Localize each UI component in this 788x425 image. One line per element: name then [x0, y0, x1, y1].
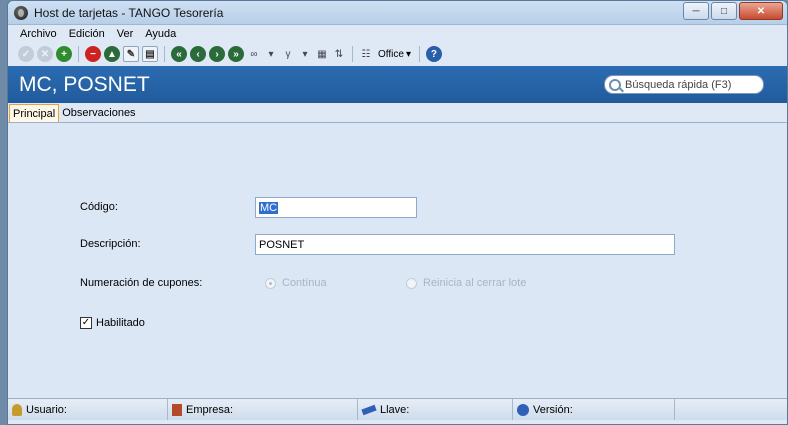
- toolbar-separator: [78, 46, 79, 62]
- status-version: Versión:: [513, 399, 675, 420]
- radio-continua-label: Contínua: [282, 277, 327, 289]
- quick-search[interactable]: [604, 75, 764, 94]
- app-window: Host de tarjetas - TANGO Tesorería ─ □ ✕…: [7, 0, 788, 425]
- descripcion-label: Descripción:: [80, 238, 141, 250]
- status-empresa-label: Empresa:: [186, 403, 234, 416]
- maximize-button[interactable]: □: [711, 2, 737, 20]
- status-llave-label: Llave:: [380, 403, 410, 416]
- print-icon[interactable]: ▤: [142, 46, 158, 62]
- title-bar[interactable]: Host de tarjetas - TANGO Tesorería ─ □ ✕: [8, 1, 787, 25]
- window-title: Host de tarjetas - TANGO Tesorería: [34, 6, 224, 20]
- radio-reinicia-label: Reinicia al cerrar lote: [423, 277, 527, 289]
- first-record-icon[interactable]: «: [171, 46, 187, 62]
- status-usuario-label: Usuario:: [26, 403, 67, 416]
- menu-bar: Archivo Edición Ver Ayuda: [8, 25, 787, 43]
- delete-icon[interactable]: −: [85, 46, 101, 62]
- office-button[interactable]: Office ▾: [376, 49, 413, 60]
- tab-strip: Principal Observaciones: [8, 103, 787, 123]
- codigo-label: Código:: [80, 201, 118, 213]
- habilitado-checkbox[interactable]: ✓ Habilitado: [80, 317, 145, 329]
- edit-document-icon[interactable]: ✎: [123, 46, 139, 62]
- network-icon[interactable]: ☷: [359, 46, 373, 62]
- status-bar: Usuario: Empresa: Llave: Versión:: [8, 398, 787, 420]
- radio-reinicia[interactable]: Reinicia al cerrar lote: [406, 277, 526, 289]
- menu-edicion[interactable]: Edición: [69, 28, 105, 40]
- radio-selected-icon: [265, 277, 276, 289]
- record-header: MC, POSNET: [8, 66, 787, 103]
- menu-ver[interactable]: Ver: [117, 28, 134, 40]
- habilitado-label: Habilitado: [96, 317, 145, 329]
- filter-icon[interactable]: γ: [281, 46, 295, 62]
- menu-archivo[interactable]: Archivo: [20, 28, 57, 40]
- next-record-icon[interactable]: ›: [209, 46, 225, 62]
- modify-icon[interactable]: ▲: [104, 46, 120, 62]
- minimize-button[interactable]: ─: [683, 2, 709, 20]
- codigo-field[interactable]: MC: [255, 197, 417, 218]
- last-record-icon[interactable]: »: [228, 46, 244, 62]
- status-version-label: Versión:: [533, 403, 573, 416]
- menu-ayuda[interactable]: Ayuda: [145, 28, 176, 40]
- status-usuario: Usuario:: [8, 399, 168, 420]
- confirm-icon[interactable]: ✓: [18, 46, 34, 62]
- version-icon: [517, 403, 529, 416]
- status-empresa: Empresa:: [168, 399, 358, 420]
- dropdown-arrow-icon[interactable]: ▾: [298, 46, 312, 62]
- app-logo-icon: [14, 6, 28, 20]
- toolbar-separator: [352, 46, 353, 62]
- page-title: MC, POSNET: [19, 73, 150, 96]
- tab-principal[interactable]: Principal: [9, 104, 60, 122]
- form-panel: Código: MC Descripción: Numeración de cu…: [8, 123, 787, 398]
- tab-observaciones[interactable]: Observaciones: [59, 104, 138, 122]
- sort-icon[interactable]: ⇅: [332, 46, 346, 62]
- toolbar: ✓ ✕ + − ▲ ✎ ▤ « ‹ › » ∞ ▾ γ ▾ ▦ ⇅ ☷ Offi…: [8, 43, 787, 65]
- company-icon: [172, 403, 182, 416]
- chevron-down-icon: ▾: [405, 48, 411, 60]
- status-extra: [675, 399, 787, 420]
- status-llave: Llave:: [358, 399, 513, 420]
- toolbar-separator: [164, 46, 165, 62]
- numeracion-label: Numeración de cupones:: [80, 277, 203, 289]
- toolbar-separator: [418, 46, 420, 62]
- descripcion-field[interactable]: [255, 234, 675, 255]
- dropdown-arrow-icon[interactable]: ▾: [264, 46, 278, 62]
- close-button[interactable]: ✕: [739, 2, 783, 20]
- radio-unselected-icon: [406, 277, 417, 289]
- previous-record-icon[interactable]: ‹: [190, 46, 206, 62]
- radio-continua[interactable]: Contínua: [265, 277, 327, 289]
- window-controls: ─ □ ✕: [683, 2, 783, 20]
- checkbox-checked-icon: ✓: [80, 317, 92, 329]
- add-icon[interactable]: +: [56, 46, 72, 62]
- user-icon: [12, 403, 22, 416]
- binoculars-icon[interactable]: ∞: [247, 46, 261, 62]
- codigo-value: MC: [259, 201, 279, 214]
- key-icon: [361, 404, 377, 415]
- search-input[interactable]: [625, 78, 755, 91]
- columns-icon[interactable]: ▦: [315, 46, 329, 62]
- cancel-icon[interactable]: ✕: [37, 46, 53, 62]
- help-icon[interactable]: ?: [425, 46, 442, 62]
- search-icon: [609, 78, 621, 91]
